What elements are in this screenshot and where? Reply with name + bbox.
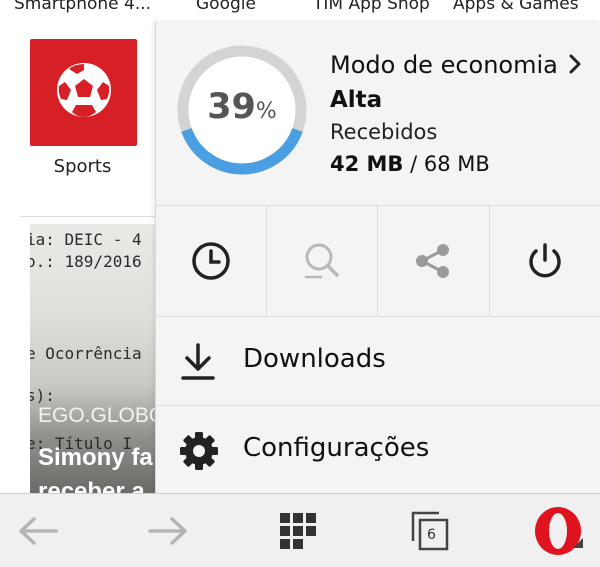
share-button[interactable] [378, 206, 488, 316]
power-icon [529, 243, 561, 278]
news-source: EGO.GLOBO [38, 404, 160, 427]
share-icon [416, 244, 449, 278]
speed-dial-labels: Smartphone 4... Google TIM App Shop Apps… [0, 0, 600, 18]
menu-icon-row [156, 206, 600, 316]
soccer-ball-icon [57, 63, 111, 117]
gear-icon [180, 432, 218, 470]
savings-mode-title: Modo de economia [330, 51, 558, 79]
speed-dial-label-tim-app-shop[interactable]: TIM App Shop [313, 0, 430, 14]
news-headline[interactable]: receber a [38, 478, 145, 493]
news-image-text: e Ocorrência [30, 344, 142, 363]
back-icon [19, 516, 58, 545]
opera-main-menu: 39% Modo de economia Alta Recebidos 42 M… [155, 21, 600, 493]
news-image-text: s): [30, 386, 55, 405]
savings-percent: 39% [207, 87, 277, 127]
data-savings-panel[interactable]: 39% Modo de economia Alta Recebidos 42 M… [156, 21, 600, 205]
bottom-toolbar: 6 [0, 493, 600, 567]
speed-dial-button[interactable] [268, 494, 328, 567]
news-image-text: ia: DEIC - 4 [30, 230, 142, 249]
menu-item-label: Configurações [243, 433, 430, 463]
download-icon [181, 343, 215, 380]
speed-dial-label-google[interactable]: Google [196, 0, 256, 14]
received-label: Recebidos [330, 120, 438, 144]
menu-item-settings[interactable]: Configurações [156, 406, 600, 494]
menu-item-label: Downloads [243, 344, 386, 374]
menu-item-downloads[interactable]: Downloads [156, 317, 600, 405]
speed-dial-icon [280, 512, 316, 549]
chevron-right-icon [569, 54, 581, 74]
divider [20, 216, 160, 217]
speed-dial-label-apps-games[interactable]: Apps & Games [453, 0, 579, 14]
speed-dial-label-smartphone[interactable]: Smartphone 4... [14, 0, 151, 14]
savings-mode-level: Alta [330, 87, 383, 113]
tab-count: 6 [427, 527, 436, 543]
news-headline[interactable]: Simony fa [38, 444, 153, 472]
forward-icon [148, 516, 187, 545]
opera-menu-button[interactable] [530, 494, 590, 567]
sports-tile-label[interactable]: Sports [0, 156, 165, 177]
opera-logo-icon [535, 506, 583, 555]
find-in-page-button[interactable] [267, 206, 377, 316]
history-icon [192, 242, 230, 280]
back-button[interactable] [8, 494, 68, 567]
news-image-text: o.: 189/2016 [30, 252, 142, 271]
forward-button[interactable] [138, 494, 198, 567]
exit-button[interactable] [490, 206, 600, 316]
tabs-button[interactable]: 6 [400, 494, 460, 567]
received-amount: 42 MB / 68 MB [330, 152, 490, 176]
search-icon [304, 243, 339, 279]
sports-tile[interactable] [30, 39, 137, 146]
news-card[interactable]: ia: DEIC - 4 o.: 189/2016 e Ocorrência s… [30, 224, 160, 493]
history-button[interactable] [156, 206, 266, 316]
